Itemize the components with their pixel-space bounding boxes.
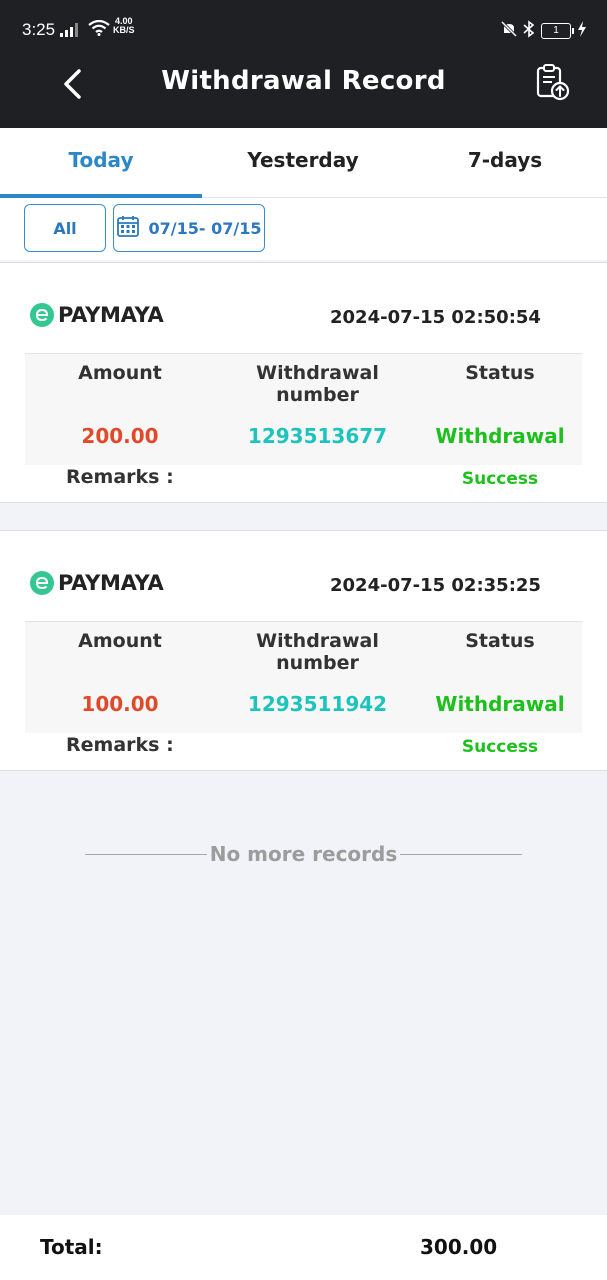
battery-icon: 1 xyxy=(541,23,574,39)
period-tabs: Today Yesterday 7-days xyxy=(0,128,607,198)
record-details: Amount Withdrawal number Status 200.00 1… xyxy=(25,353,582,465)
net-speed: 4.00 KB/S xyxy=(113,17,135,35)
result-badge: Success xyxy=(461,469,539,489)
status-header: Status xyxy=(465,362,535,384)
status-value: Withdrawal xyxy=(435,692,565,716)
paymaya-logo-icon xyxy=(30,571,54,595)
payment-method-name: PAYMAYA xyxy=(58,571,164,595)
net-speed-unit: KB/S xyxy=(113,25,135,35)
status-value: Withdrawal xyxy=(435,424,565,448)
total-bar: Total: 300.00 xyxy=(0,1215,607,1280)
type-filter-label: All xyxy=(53,218,77,238)
paymaya-logo-icon xyxy=(30,303,54,327)
page-title: Withdrawal Record xyxy=(161,66,446,96)
payment-method-name: PAYMAYA xyxy=(58,303,164,327)
remarks-label: Remarks : xyxy=(66,466,174,488)
export-button[interactable] xyxy=(530,62,574,106)
remarks-label: Remarks : xyxy=(66,734,174,756)
status-time: 3:25 xyxy=(22,20,56,39)
amount-value: 100.00 xyxy=(81,692,159,716)
wifi-icon xyxy=(88,19,110,40)
withdrawal-number-header: Withdrawal number xyxy=(256,362,379,406)
tab-7-days[interactable]: 7-days xyxy=(404,128,606,198)
result-badge: Success xyxy=(461,737,539,757)
status-right: 1 xyxy=(500,20,587,42)
record-datetime: 2024-07-15 02:35:25 xyxy=(330,575,541,596)
withdrawal-number-value: 1293513677 xyxy=(247,424,388,448)
status-bar: 3:25 4.00 KB/S 1 xyxy=(0,0,607,60)
total-value: 300.00 xyxy=(420,1235,498,1259)
amount-header: Amount xyxy=(78,630,162,652)
total-label: Total: xyxy=(40,1235,103,1259)
record-card[interactable]: PAYMAYA 2024-07-15 02:50:54 Amount Withd… xyxy=(0,262,607,503)
amount-header: Amount xyxy=(78,362,162,384)
mute-icon xyxy=(500,20,518,41)
cell-signal-icon xyxy=(60,22,80,41)
withdrawal-number-value: 1293511942 xyxy=(247,692,388,716)
date-range-label: 07/15- 07/15 xyxy=(148,218,262,238)
filter-bar: All 07/15- 07/15 xyxy=(0,198,607,260)
divider-right xyxy=(400,854,522,855)
record-details: Amount Withdrawal number Status 100.00 1… xyxy=(25,621,582,733)
withdrawal-number-header: Withdrawal number xyxy=(256,630,379,674)
status-header: Status xyxy=(465,630,535,652)
payment-method: PAYMAYA xyxy=(30,303,164,327)
date-range-button[interactable]: 07/15- 07/15 xyxy=(113,204,265,252)
type-filter-button[interactable]: All xyxy=(24,204,106,252)
calendar-icon xyxy=(116,215,139,241)
bluetooth-icon xyxy=(523,20,535,42)
amount-value: 200.00 xyxy=(81,424,159,448)
clipboard-upload-icon xyxy=(532,62,572,106)
charging-icon xyxy=(577,21,587,41)
tab-today[interactable]: Today xyxy=(0,128,202,198)
end-of-list: No more records xyxy=(85,840,522,870)
record-card[interactable]: PAYMAYA 2024-07-15 02:35:25 Amount Withd… xyxy=(0,530,607,771)
tab-yesterday[interactable]: Yesterday xyxy=(202,128,404,198)
payment-method: PAYMAYA xyxy=(30,571,164,595)
app-header: 3:25 4.00 KB/S 1 Withdrawal Record xyxy=(0,0,607,128)
record-datetime: 2024-07-15 02:50:54 xyxy=(330,307,541,328)
